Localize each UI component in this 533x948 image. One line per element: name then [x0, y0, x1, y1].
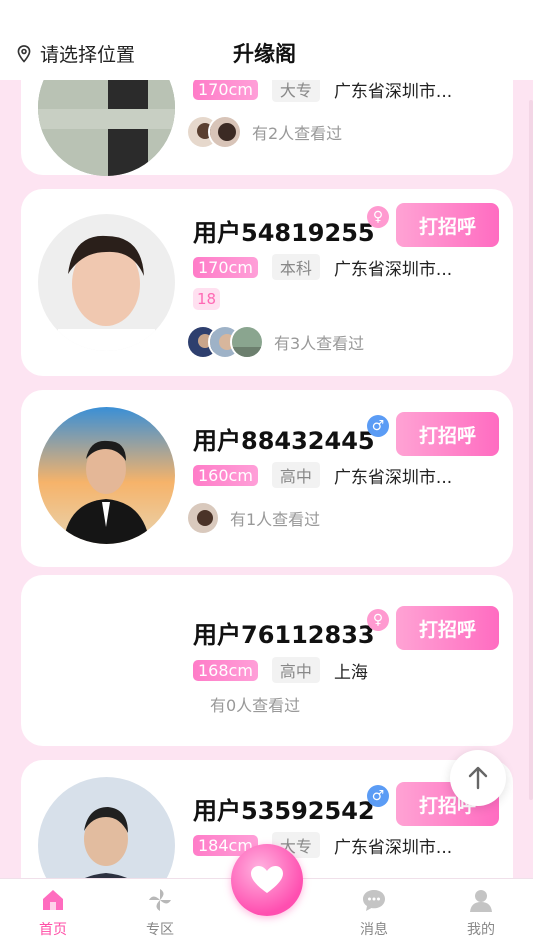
viewers-count: 有3人查看过: [274, 334, 365, 353]
top-bar: 请选择位置 升缘阁: [0, 0, 533, 80]
education-tag: 高中: [271, 657, 320, 683]
user-card[interactable]: 用户88432445 ♂ 打招呼 160cm 高中 广东省深圳市... 有1人查…: [21, 390, 513, 567]
location-selector[interactable]: 请选择位置: [16, 40, 135, 67]
username: 用户53592542: [193, 797, 375, 825]
tab-label: 我的: [467, 922, 495, 938]
greet-button[interactable]: 打招呼: [396, 606, 499, 650]
tab-label: 首页: [39, 922, 67, 938]
tab-profile[interactable]: 我的: [451, 887, 511, 939]
viewers-row: 有0人查看过: [186, 692, 300, 716]
age-tag: 18: [193, 288, 221, 310]
tab-messages[interactable]: 消息: [344, 887, 404, 939]
viewers-row: 有3人查看过: [186, 325, 364, 359]
user-card[interactable]: 用户76112833 ♀ 打招呼 168cm 高中 上海 有0人查看过: [21, 575, 513, 746]
location-label: 请选择位置: [40, 44, 136, 66]
username: 用户76112833: [193, 621, 375, 649]
avatar[interactable]: [38, 777, 175, 878]
scroll-to-top-button[interactable]: [450, 750, 506, 806]
tab-zone[interactable]: 专区: [130, 887, 190, 939]
height-tag: 160cm: [193, 464, 258, 486]
greet-button[interactable]: 打招呼: [396, 203, 499, 247]
scrollbar[interactable]: [529, 100, 533, 800]
tab-label: 专区: [146, 922, 174, 938]
female-icon: ♀: [367, 609, 389, 631]
pinwheel-icon: [149, 889, 171, 911]
location-text: 广东省深圳市...: [333, 467, 453, 488]
person-icon: [470, 890, 492, 912]
viewers-count: 有0人查看过: [210, 696, 301, 715]
page-title: 升缘阁: [233, 42, 296, 66]
tag-row: 160cm 高中 广东省深圳市...: [193, 462, 452, 488]
viewers-row: 有2人查看过: [186, 115, 342, 149]
avatar[interactable]: [38, 407, 175, 544]
user-feed[interactable]: 170cm 大专 广东省深圳市... 有2人查看过 用户54819255 ♀ 打…: [0, 80, 533, 878]
user-card[interactable]: 170cm 大专 广东省深圳市... 有2人查看过: [21, 80, 513, 176]
location-text: 广东省深圳市...: [333, 259, 453, 280]
location-pin-icon: [17, 44, 31, 63]
education-tag: 高中: [271, 462, 320, 488]
tag-row: 170cm 大专 广东省深圳市...: [193, 80, 452, 102]
tag-row: 170cm 本科 广东省深圳市...: [193, 254, 452, 280]
tab-home[interactable]: 首页: [23, 887, 83, 939]
location-text: 上海: [333, 662, 368, 683]
female-icon: ♀: [367, 206, 389, 228]
education-tag: 本科: [271, 254, 320, 280]
tag-row: 184cm 大专 广东省深圳市...: [193, 832, 452, 858]
male-icon: ♂: [367, 415, 389, 437]
viewer-avatar: [230, 325, 264, 359]
arrow-up-icon: [468, 766, 488, 790]
home-icon: [43, 890, 63, 910]
viewers-row: 有1人查看过: [186, 501, 320, 535]
height-tag: 170cm: [193, 256, 258, 278]
location-text: 广东省深圳市...: [333, 81, 453, 102]
height-tag: 170cm: [193, 80, 258, 100]
viewer-avatar: [186, 501, 220, 535]
heart-icon: [251, 866, 283, 893]
male-icon: ♂: [367, 785, 389, 807]
viewers-count: 有2人查看过: [252, 124, 343, 143]
tab-label: 消息: [360, 922, 388, 938]
education-tag: 大专: [271, 80, 320, 102]
chat-bubble-icon: [363, 890, 385, 911]
match-heart-button[interactable]: [231, 844, 303, 916]
location-text: 广东省深圳市...: [333, 837, 453, 858]
greet-button[interactable]: 打招呼: [396, 412, 499, 456]
viewers-count: 有1人查看过: [230, 510, 321, 529]
user-card[interactable]: 用户54819255 ♀ 打招呼 170cm 本科 广东省深圳市... 18 有…: [21, 189, 513, 376]
username: 用户54819255: [193, 219, 375, 247]
height-tag: 168cm: [193, 659, 258, 681]
avatar[interactable]: [38, 214, 175, 351]
viewer-avatar: [208, 115, 242, 149]
username: 用户88432445: [193, 427, 375, 455]
tag-row: 168cm 高中 上海: [193, 657, 368, 683]
avatar[interactable]: [38, 80, 175, 176]
